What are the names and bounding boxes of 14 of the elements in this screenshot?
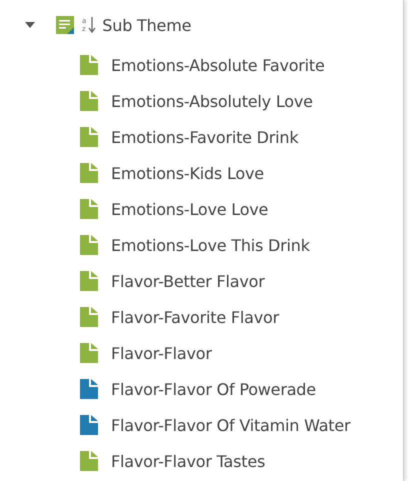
tree-item[interactable]: Flavor-Favorite Flavor bbox=[111, 308, 279, 326]
tree-item[interactable]: Emotions-Absolutely Love bbox=[111, 92, 313, 110]
tree-item[interactable]: Emotions-Love Love bbox=[111, 200, 268, 218]
tree-item[interactable]: Emotions-Love This Drink bbox=[111, 236, 310, 254]
tree-item[interactable]: Emotions-Absolute Favorite bbox=[111, 56, 325, 74]
tree-item[interactable]: Flavor-Flavor Of Powerade bbox=[111, 380, 316, 398]
node-label[interactable]: Sub Theme bbox=[102, 16, 192, 34]
tree-item[interactable]: Emotions-Favorite Drink bbox=[111, 128, 298, 146]
tree-item[interactable]: Flavor-Flavor bbox=[111, 344, 212, 362]
tree-item[interactable]: Flavor-Flavor Of Vitamin Water bbox=[111, 416, 350, 434]
theme-icon bbox=[56, 16, 74, 34]
tree-item[interactable]: Flavor-Better Flavor bbox=[111, 272, 265, 290]
tree-item[interactable]: Emotions-Kids Love bbox=[111, 164, 264, 182]
tree-item[interactable]: Flavor-Flavor Tastes bbox=[111, 452, 266, 470]
